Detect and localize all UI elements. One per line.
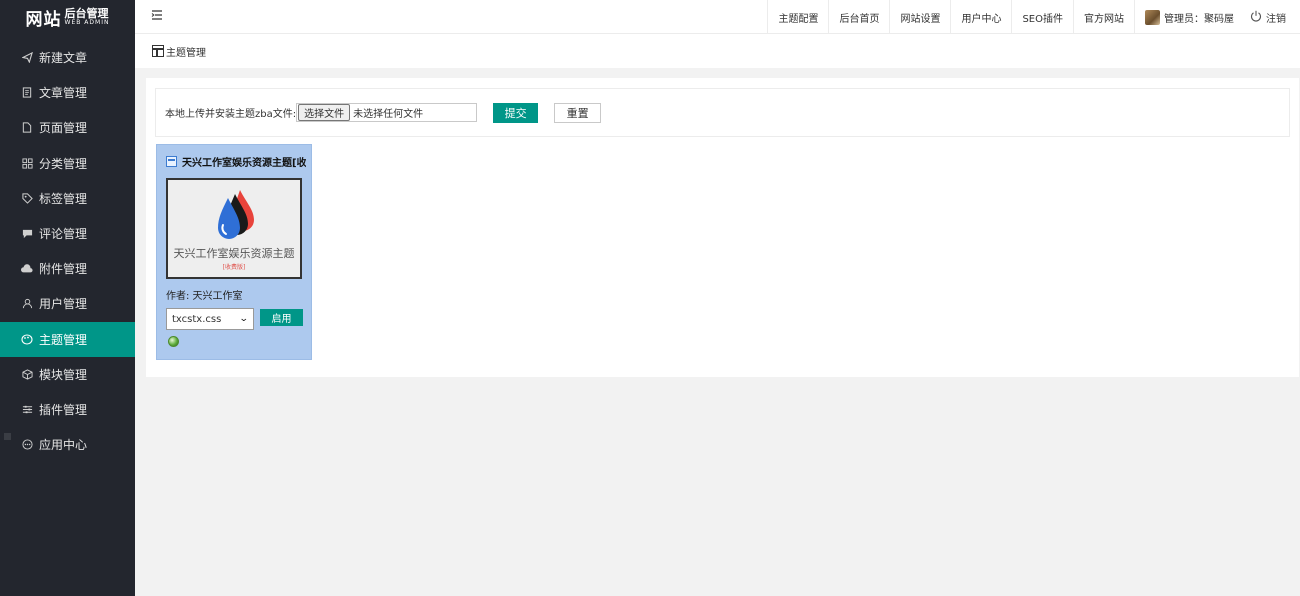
tag-icon <box>21 192 33 204</box>
palette-icon <box>21 333 33 345</box>
logo-side: 后台管理 WEB ADMIN <box>65 8 110 26</box>
menu-toggle-icon[interactable] <box>151 10 163 22</box>
upload-form: 本地上传并安装主题zba文件: 选择文件 未选择任何文件 提交 重置 <box>155 88 1290 137</box>
theme-card: 天兴工作室娱乐资源主题[收费 天兴工作室娱乐资源主题 [收费版] 作者: 天兴工… <box>156 144 312 360</box>
choose-file-button[interactable]: 选择文件 <box>298 104 351 121</box>
sidebar-item-app-center[interactable]: 应用中心 <box>0 427 135 462</box>
cube-icon <box>21 368 33 380</box>
upload-label: 本地上传并安装主题zba文件: <box>165 109 297 120</box>
thumbnail-tag: [收费版] <box>222 264 246 271</box>
sidebar-item-label: 文章管理 <box>39 86 88 101</box>
theme-thumbnail[interactable]: 天兴工作室娱乐资源主题 [收费版] <box>166 178 302 279</box>
thumbnail-name: 天兴工作室娱乐资源主题 <box>173 247 295 260</box>
style-select[interactable]: txcstx.css ⌄ <box>166 308 254 330</box>
sidebar-item-label: 评论管理 <box>39 227 88 242</box>
sliders-icon <box>21 403 33 415</box>
sidebar-item-users[interactable]: 用户管理 <box>0 286 135 321</box>
sidebar-item-modules[interactable]: 模块管理 <box>0 357 135 392</box>
sidebar-item-plugins[interactable]: 插件管理 <box>0 392 135 427</box>
style-select-value: txcstx.css <box>172 313 222 325</box>
sidebar-item-label: 分类管理 <box>39 156 88 171</box>
sidebar-item-articles[interactable]: 文章管理 <box>0 75 135 110</box>
sidebar-item-label: 新建文章 <box>39 51 88 66</box>
sidebar-nav: 新建文章 文章管理 页面管理 分类管理 标签管理 评论管理 附件管理 用户管理 <box>0 40 135 462</box>
theme-author: 作者: 天兴工作室 <box>166 291 243 302</box>
window-icon <box>166 155 177 167</box>
top-menu-user-center[interactable]: 用户中心 <box>950 0 1011 34</box>
theme-card-title: 天兴工作室娱乐资源主题[收费 <box>166 154 306 168</box>
document-icon <box>21 87 33 99</box>
avatar <box>1145 9 1160 25</box>
app-center-icon <box>21 439 33 451</box>
sidebar-item-label: 模块管理 <box>39 367 88 382</box>
sidebar-item-label: 标签管理 <box>39 191 88 206</box>
top-menu-admin-home[interactable]: 后台首页 <box>828 0 889 34</box>
page-icon <box>21 122 33 134</box>
sidebar-item-themes[interactable]: 主题管理 <box>0 321 135 357</box>
sidebar-item-label: 插件管理 <box>39 402 88 417</box>
top-menu-theme-config[interactable]: 主题配置 <box>767 0 828 34</box>
page-title: 主题管理 <box>166 47 206 59</box>
sidebar-item-label: 附件管理 <box>39 262 88 277</box>
user-name: 管理员：聚码屋 <box>1164 13 1234 25</box>
logo-side-top: 后台管理 <box>64 7 109 20</box>
top-menu: 主题配置 后台首页 网站设置 用户中心 SEO插件 官方网站 管理员：聚码屋 注… <box>767 0 1300 34</box>
logo-side-bottom: WEB ADMIN <box>64 19 110 26</box>
sidebar-item-label: 用户管理 <box>39 297 88 312</box>
category-icon <box>21 157 33 169</box>
power-icon <box>1250 10 1262 25</box>
breadcrumb: 主题管理 <box>135 34 1300 68</box>
sidebar-item-categories[interactable]: 分类管理 <box>0 146 135 181</box>
enable-theme-button[interactable]: 启用 <box>260 309 303 326</box>
submit-button[interactable]: 提交 <box>493 102 539 123</box>
logo-main-text: 网站 <box>25 9 62 30</box>
logout-label: 注销 <box>1266 13 1286 25</box>
sidebar-item-pages[interactable]: 页面管理 <box>0 110 135 145</box>
top-menu-official-site[interactable]: 官方网站 <box>1073 0 1134 34</box>
send-icon <box>21 52 33 64</box>
cloud-upload-icon <box>21 263 33 275</box>
globe-icon[interactable] <box>168 336 179 347</box>
user-menu[interactable]: 管理员：聚码屋 <box>1134 0 1244 34</box>
top-menu-site-settings[interactable]: 网站设置 <box>889 0 950 34</box>
sidebar-item-new-article[interactable]: 新建文章 <box>0 40 135 75</box>
main-panel: 本地上传并安装主题zba文件: 选择文件 未选择任何文件 提交 重置 天兴工作室… <box>146 78 1299 377</box>
chevron-down-icon: ⌄ <box>239 314 250 324</box>
sidebar-item-tags[interactable]: 标签管理 <box>0 181 135 216</box>
logo[interactable]: 网站 后台管理 WEB ADMIN <box>0 0 135 34</box>
user-icon <box>21 298 33 310</box>
sidebar-item-attachments[interactable]: 附件管理 <box>0 251 135 286</box>
reset-button[interactable]: 重置 <box>554 102 602 123</box>
droplet-logo-icon <box>218 190 254 239</box>
comment-icon <box>21 228 33 240</box>
logout-button[interactable]: 注销 <box>1244 0 1300 34</box>
sidebar-item-label: 应用中心 <box>39 438 88 453</box>
sidebar-handle[interactable] <box>4 433 11 440</box>
sidebar-item-label: 主题管理 <box>39 332 88 347</box>
sidebar-item-comments[interactable]: 评论管理 <box>0 216 135 251</box>
layout-icon <box>152 45 164 57</box>
top-menu-seo-plugin[interactable]: SEO插件 <box>1011 0 1073 34</box>
no-file-text: 未选择任何文件 <box>353 109 424 120</box>
sidebar-item-label: 页面管理 <box>39 121 88 136</box>
topbar: 主题配置 后台首页 网站设置 用户中心 SEO插件 官方网站 管理员：聚码屋 注… <box>135 0 1300 34</box>
file-input[interactable]: 选择文件 未选择任何文件 <box>296 103 478 122</box>
sidebar: 网站 后台管理 WEB ADMIN 新建文章 文章管理 页面管理 分类管理 标签… <box>0 0 135 596</box>
theme-title: 天兴工作室娱乐资源主题[收费 <box>182 157 306 169</box>
